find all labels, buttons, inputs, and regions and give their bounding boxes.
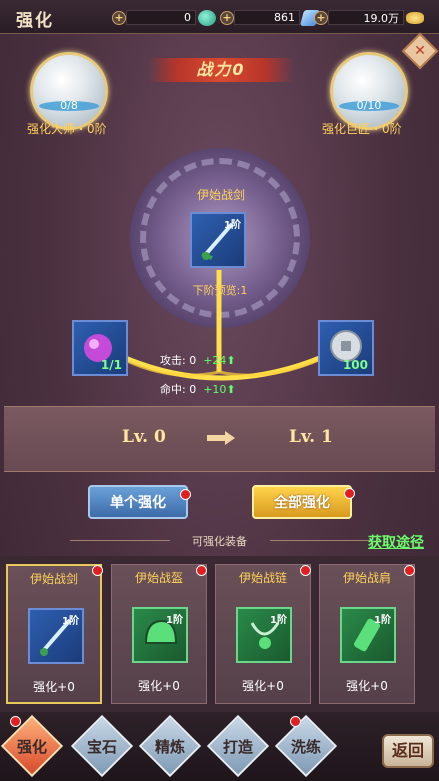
material-slot-gem[interactable]: 1/1 bbox=[72, 320, 128, 376]
current-item-name: 伊始战剑 bbox=[196, 188, 245, 202]
level-panel: Lv. 0 Lv. 1 bbox=[4, 406, 435, 472]
level-current: Lv. 0 bbox=[122, 427, 166, 447]
equipment-level: 强化+0 bbox=[242, 679, 284, 693]
bottom-nav: 强化 宝石 精炼 打造 洗练 返回 bbox=[0, 712, 439, 781]
equipment-card[interactable]: 伊始战盔 1阶 强化+0 bbox=[111, 564, 207, 704]
material-gem-count: 1/1 bbox=[100, 358, 122, 372]
equipment-name: 伊始战肩 bbox=[342, 571, 391, 585]
equipment-level: 强化+0 bbox=[138, 679, 180, 693]
notification-dot bbox=[344, 488, 355, 499]
nav-refine-label: 精炼 bbox=[154, 738, 185, 756]
notification-dot bbox=[10, 716, 21, 727]
equipment-card[interactable]: 伊始战链 1阶 强化+0 bbox=[215, 564, 311, 704]
equipment-level: 强化+0 bbox=[346, 679, 388, 693]
notification-dot bbox=[92, 565, 103, 576]
notification-dot bbox=[180, 489, 191, 500]
current-item-slot[interactable]: 1阶 bbox=[190, 212, 246, 268]
nav-enhance-label: 强化 bbox=[16, 738, 47, 756]
equipment-name: 伊始战盔 bbox=[134, 571, 183, 585]
notification-dot bbox=[196, 565, 207, 576]
item-tier: 1阶 bbox=[224, 220, 241, 231]
equipment-card[interactable]: 伊始战肩 1阶 强化+0 bbox=[319, 564, 415, 704]
enhance-all-button[interactable]: 全部强化 bbox=[252, 485, 352, 519]
notification-dot bbox=[300, 565, 311, 576]
notification-dot bbox=[290, 716, 301, 727]
material-coin-count: 100 bbox=[342, 358, 368, 372]
equipment-list: 伊始战剑 1阶 强化+0 伊始战盔 1阶 强化+0 伊始战链 1阶 强化+0 伊… bbox=[0, 556, 439, 712]
equipment-level: 强化+0 bbox=[33, 680, 75, 694]
notification-dot bbox=[404, 565, 415, 576]
up-arrow-icon: ⬆ bbox=[226, 354, 236, 367]
equipment-name: 伊始战剑 bbox=[29, 572, 78, 586]
back-button[interactable]: 返回 bbox=[382, 734, 434, 768]
stat-attack: 攻击: 0 +24⬆ bbox=[160, 354, 236, 367]
equipment-card[interactable]: 伊始战剑 1阶 强化+0 bbox=[6, 564, 102, 704]
nav-forge-label: 打造 bbox=[222, 738, 253, 756]
nav-reroll-label: 洗练 bbox=[290, 738, 321, 756]
single-enhance-button[interactable]: 单个强化 bbox=[88, 485, 188, 519]
material-slot-coin[interactable]: 100 bbox=[318, 320, 374, 376]
stat-hit: 命中: 0 +10⬆ bbox=[160, 383, 236, 396]
level-next: Lv. 1 bbox=[289, 427, 333, 447]
equipment-name: 伊始战链 bbox=[238, 571, 287, 585]
enhance-screen: 强化 + 0 + 861 + 19.0万 ✕ 0/8 强化大师・0阶 0/10 … bbox=[0, 0, 439, 781]
up-arrow-icon: ⬆ bbox=[226, 383, 236, 396]
get-way-link[interactable]: 获取途径 bbox=[368, 532, 424, 552]
arrow-right-icon bbox=[207, 431, 235, 445]
nav-gem-label: 宝石 bbox=[86, 738, 117, 756]
next-tier-preview: 下阶预览:1 bbox=[192, 284, 248, 297]
